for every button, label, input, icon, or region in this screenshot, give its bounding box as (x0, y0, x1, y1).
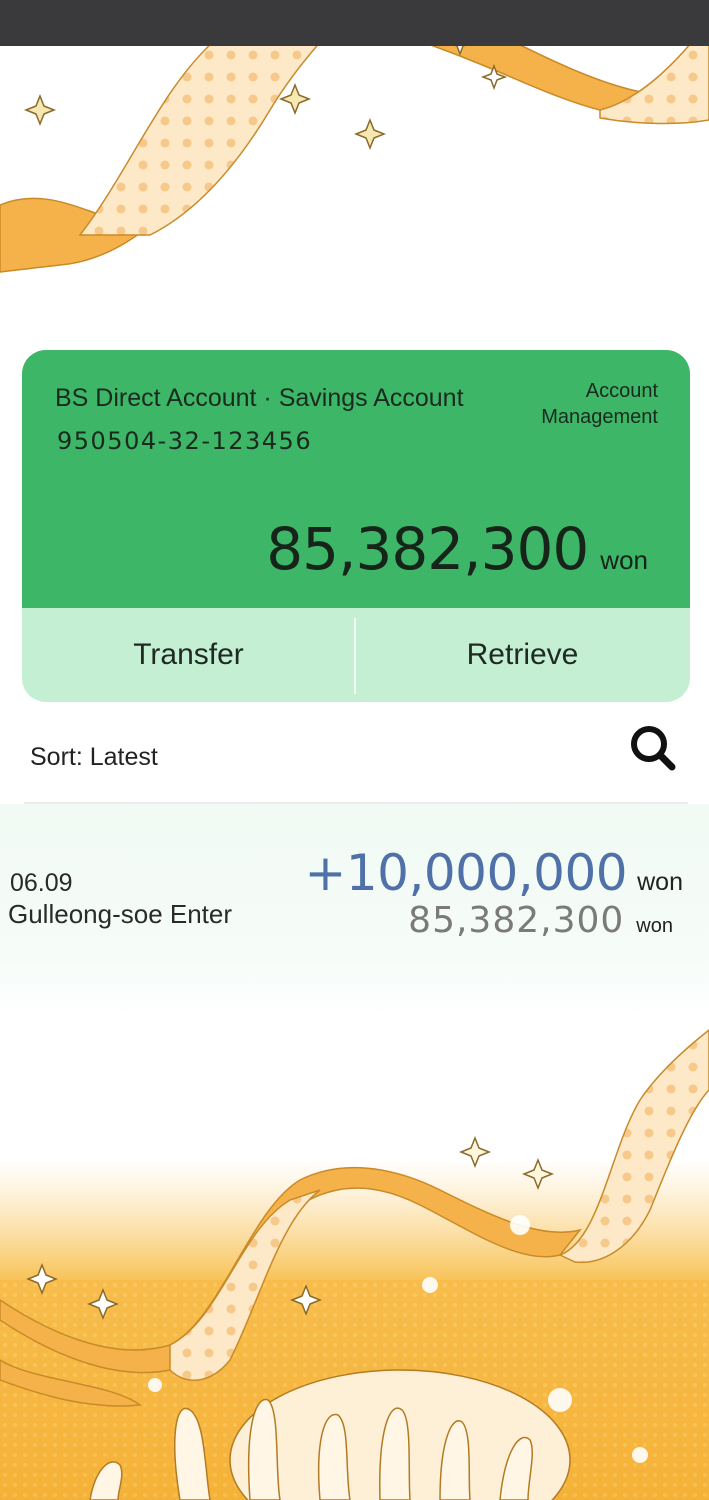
transaction-balance-unit: won (636, 915, 673, 937)
balance-unit: won (600, 545, 648, 575)
sort-selector[interactable]: Sort: Latest (30, 743, 158, 772)
account-card: BS Direct Account · Savings Account 9505… (22, 350, 690, 702)
transaction-balance-value: 85,382,300 (408, 900, 625, 941)
account-management-link[interactable]: Account Management (498, 378, 658, 430)
transaction-amount-unit: won (637, 868, 683, 896)
account-number: 950504-32-123456 (57, 427, 313, 455)
account-name: BS Direct Account · Savings Account (55, 384, 464, 412)
transaction-amount: +10,000,000 won (304, 844, 683, 902)
transaction-balance: 85,382,300 won (408, 900, 673, 941)
account-balance: 85,382,300 won (266, 515, 648, 583)
transfer-button[interactable]: Transfer (22, 608, 355, 702)
status-bar (0, 0, 709, 46)
account-summary: BS Direct Account · Savings Account 9505… (22, 350, 690, 608)
balance-amount: 85,382,300 (266, 515, 589, 583)
transaction-description: Gulleong-soe Enter (8, 899, 233, 929)
transaction-row[interactable]: 06.09 Gulleong-soe Enter +10,000,000 won… (0, 804, 709, 1018)
transaction-date: 06.09 (10, 869, 73, 897)
retrieve-button[interactable]: Retrieve (356, 608, 689, 702)
transaction-amount-value: +10,000,000 (304, 844, 628, 902)
search-icon[interactable] (628, 723, 678, 773)
